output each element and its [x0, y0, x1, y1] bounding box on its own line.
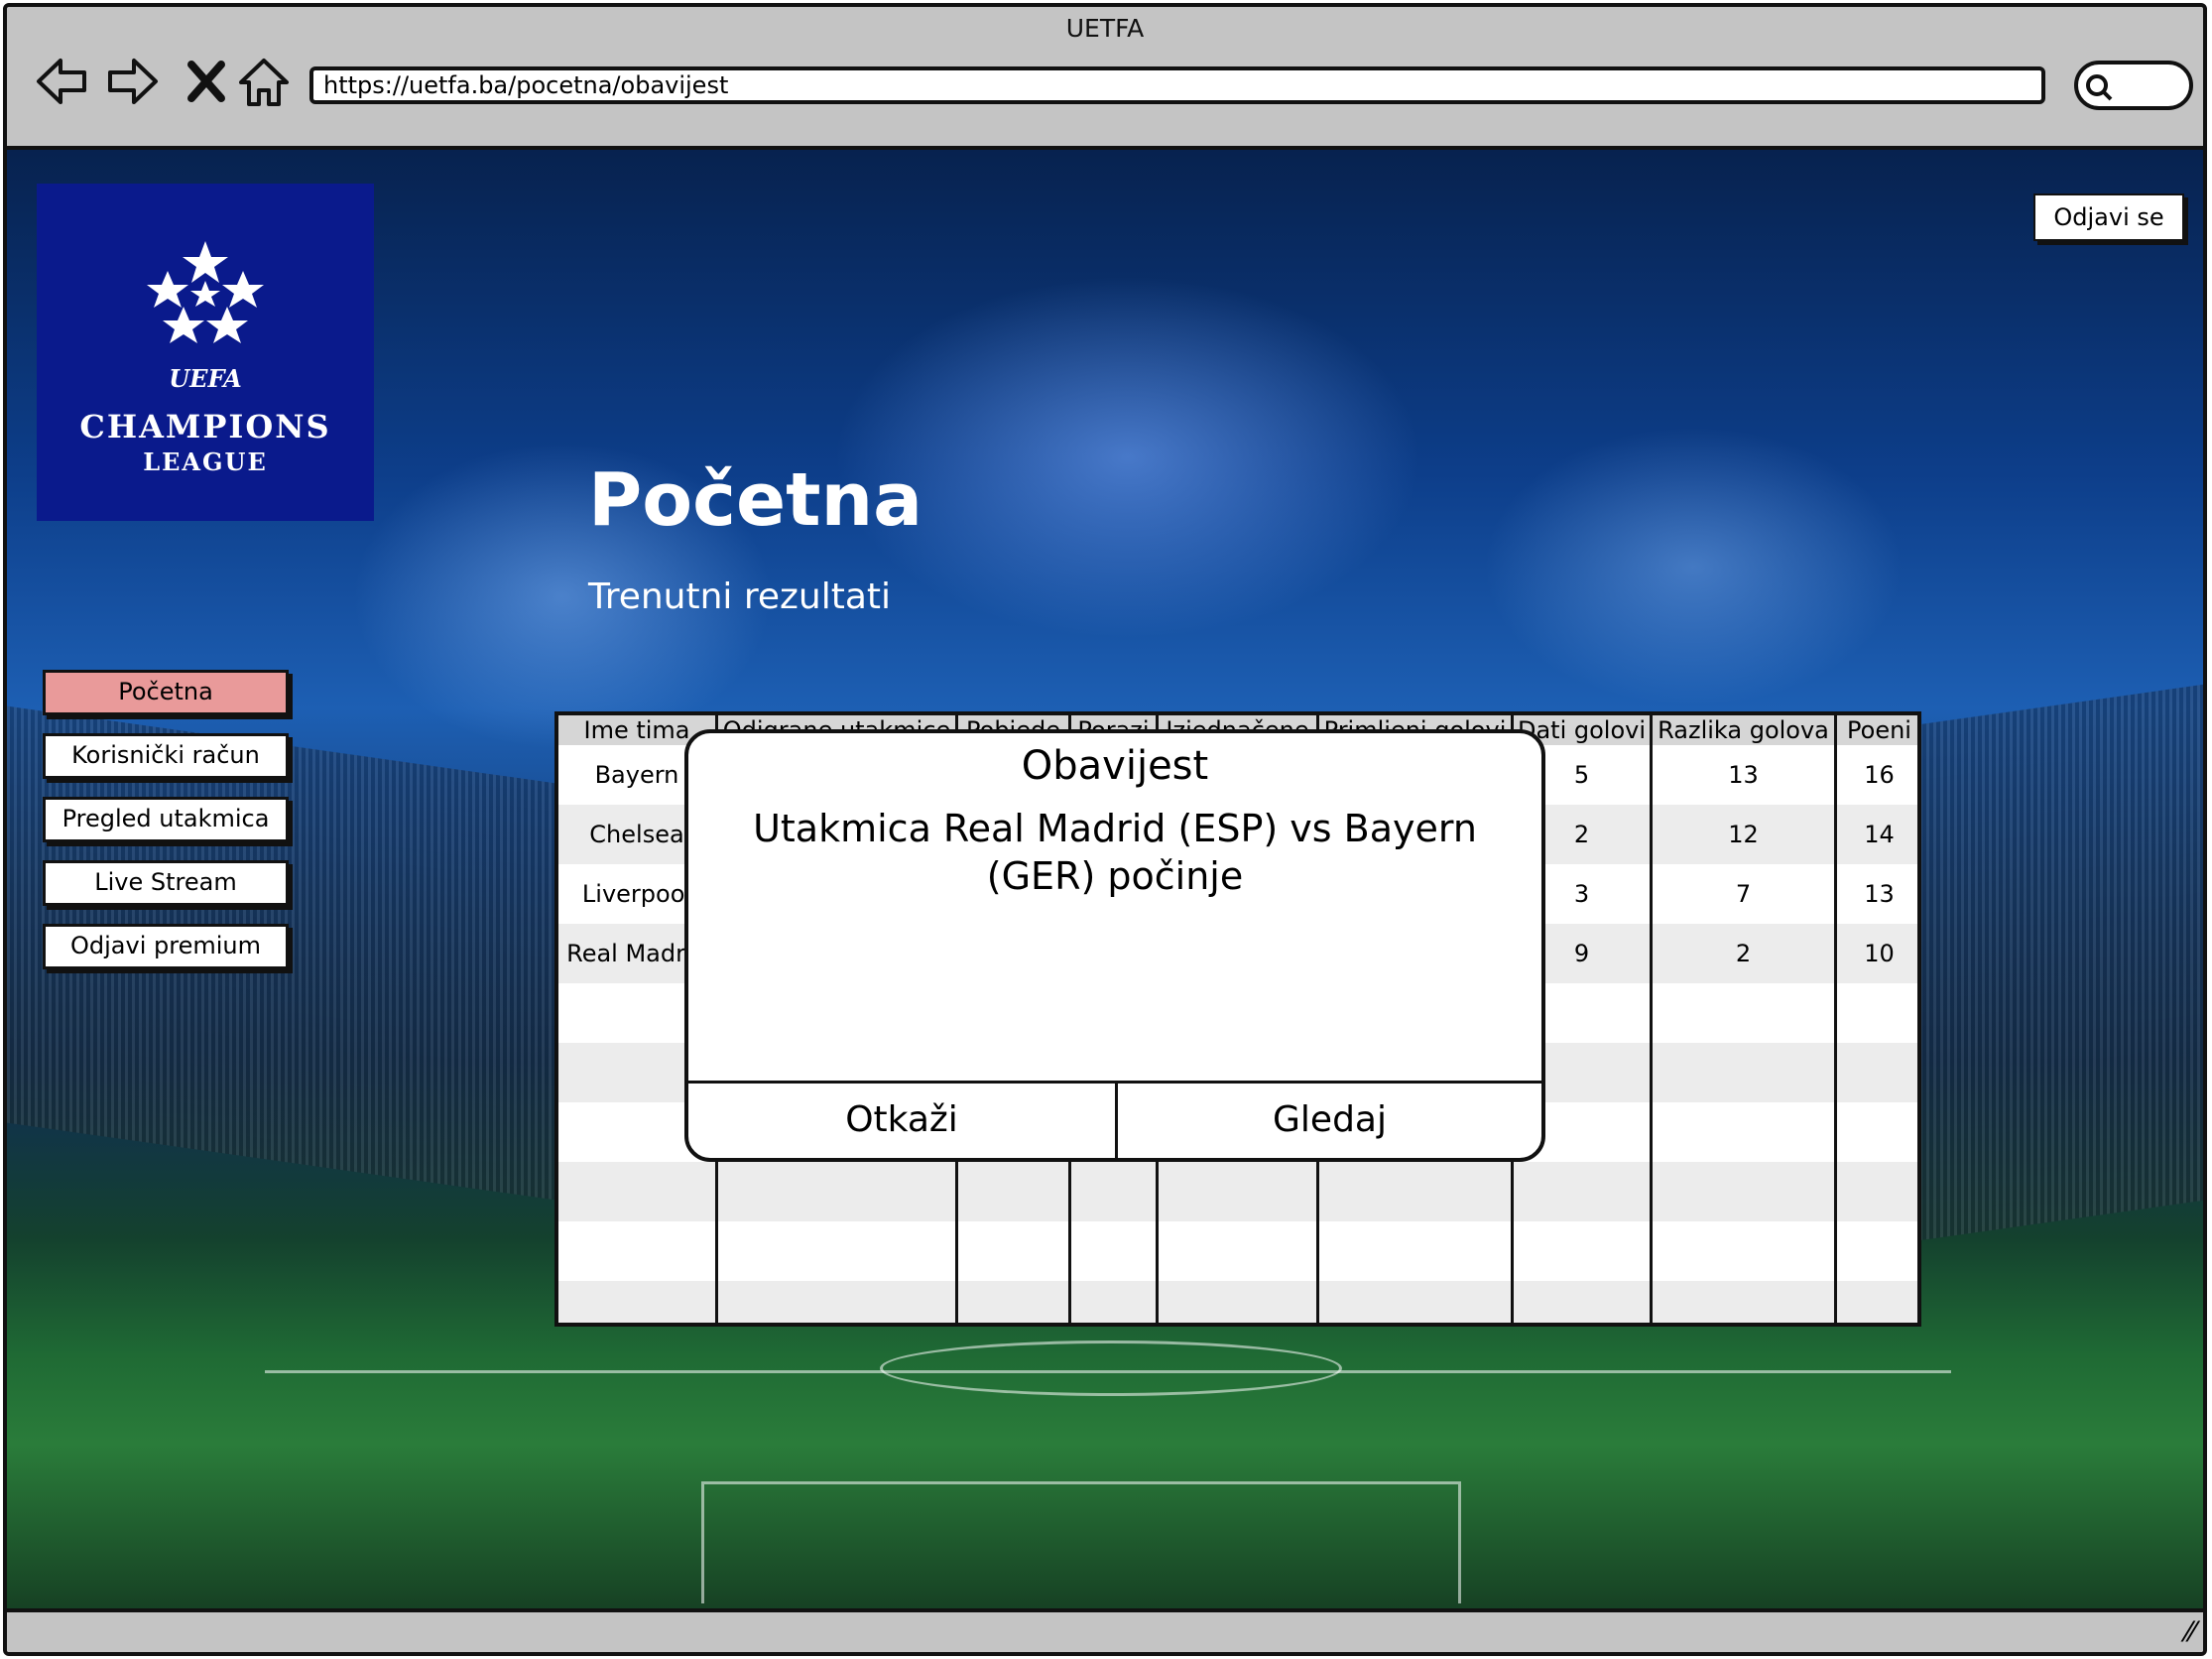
table-row: [558, 1281, 1917, 1323]
window-title: UETFA: [1065, 14, 1145, 43]
cell-razlika: 2: [1735, 940, 1752, 967]
column-header-razlika: Razlika golova: [1658, 716, 1829, 744]
url-bar[interactable]: https://uetfa.ba/pocetna/obavijest: [309, 66, 2045, 104]
back-icon[interactable]: [33, 53, 90, 110]
table-row: [558, 1221, 1917, 1281]
cell-poeni: 14: [1864, 821, 1895, 848]
browser-window: UETFA https://uetfa.ba/pocetna/obavijest: [3, 3, 2207, 1656]
pitch-circle: [880, 1340, 1342, 1396]
logo-uefa-text: UEFA: [169, 364, 242, 393]
penalty-box: [701, 1481, 1461, 1603]
search-box[interactable]: [2074, 61, 2193, 110]
cancel-button[interactable]: Otkaži: [688, 1084, 1115, 1158]
sidebar-item-korisnicki-racun[interactable]: Korisnički račun: [43, 733, 289, 779]
dialog-message: Utakmica Real Madrid (ESP) vs Bayern (GE…: [753, 807, 1477, 898]
sidebar-item-pocetna[interactable]: Početna: [43, 670, 289, 715]
cell-razlika: 12: [1728, 821, 1759, 848]
column-header-poeni: Poeni: [1847, 716, 1911, 744]
cell-poeni: 13: [1864, 880, 1895, 908]
logo-league-text: LEAGUE: [143, 447, 268, 476]
cell-poeni: 16: [1864, 761, 1895, 789]
status-bar: ⁄⁄: [7, 1608, 2203, 1652]
search-icon: [2086, 74, 2113, 101]
logout-button[interactable]: Odjavi se: [2033, 193, 2184, 241]
cell-razlika: 13: [1728, 761, 1759, 789]
sidebar-item-odjavi-premium[interactable]: Odjavi premium: [43, 924, 289, 969]
resize-grip-icon[interactable]: ⁄⁄: [2186, 1615, 2195, 1648]
page-subtitle: Trenutni rezultati: [588, 576, 892, 617]
notification-dialog: Obavijest Utakmica Real Madrid (ESP) vs …: [684, 729, 1545, 1162]
forward-icon[interactable]: [104, 53, 162, 110]
page-content: UEFA CHAMPIONS LEAGUE Odjavi se Početna …: [7, 150, 2203, 1620]
logo-champions-text: CHAMPIONS: [79, 408, 331, 446]
watch-button[interactable]: Gledaj: [1118, 1084, 1541, 1158]
cell-poeni: 10: [1864, 940, 1895, 967]
sidebar-item-live-stream[interactable]: Live Stream: [43, 860, 289, 906]
dialog-title: Obavijest: [1021, 743, 1209, 789]
stadium-crowd-right: [1905, 684, 2203, 1243]
close-icon[interactable]: [178, 53, 235, 110]
page-title: Početna: [588, 457, 923, 543]
cell-razlika: 7: [1735, 880, 1752, 908]
starball-icon: [147, 241, 264, 343]
sidebar-item-pregled-utakmica[interactable]: Pregled utakmica: [43, 797, 289, 842]
table-row: [558, 1162, 1917, 1221]
champions-league-logo: UEFA CHAMPIONS LEAGUE: [37, 184, 374, 521]
home-icon[interactable]: [235, 53, 293, 110]
